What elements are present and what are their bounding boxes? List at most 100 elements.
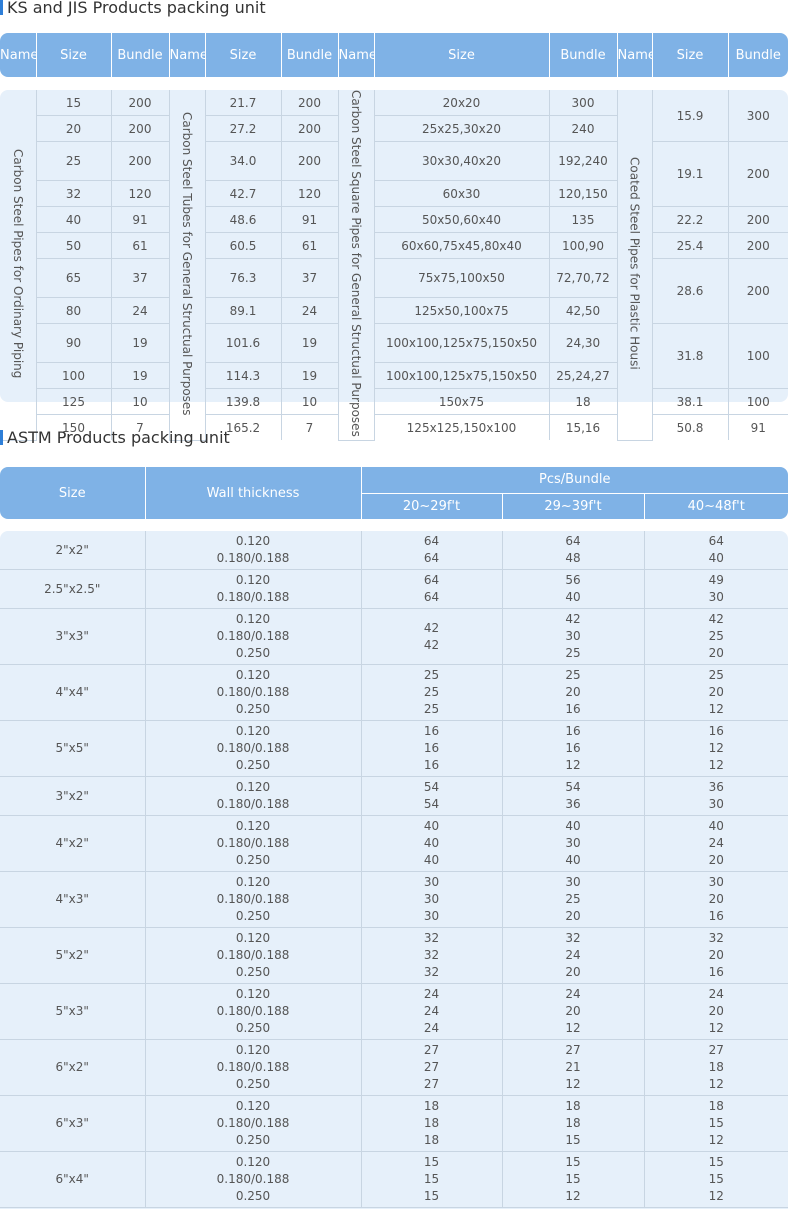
ks-group1-size: 20: [36, 115, 112, 142]
astm-pcs-range3: 25 20 12: [643, 664, 788, 721]
ks-group4-bundle: 300: [727, 90, 788, 142]
astm-wall-line: 0.250: [235, 853, 271, 867]
astm-pcs-range2: 56 40: [501, 569, 645, 609]
ks-header-name-4: Name: [616, 33, 652, 77]
astm-pcs-range3-line: 36: [708, 780, 724, 794]
astm-row: 6"x3" 0.120 0.180/0.188 0.250 18 18 18 18 18 15 18…: [0, 1095, 788, 1152]
astm-pcs-range1-line: 25: [423, 702, 440, 716]
astm-wall-line: 0.180/0.188: [216, 948, 290, 962]
astm-wall: 0.120 0.180/0.188 0.250: [144, 1151, 362, 1208]
astm-pcs-range2: 42 30 25: [501, 608, 645, 665]
ks-group2-bundle: 61: [280, 232, 339, 260]
ks-group4-size: 25.4: [651, 232, 729, 260]
astm-pcs-range3-line: 20: [708, 892, 724, 906]
title-marker: [0, 430, 3, 445]
astm-wall-line: 0.180/0.188: [216, 1060, 290, 1074]
astm-size: 5"x2": [0, 927, 146, 984]
ks-group1-size: 25: [36, 140, 112, 182]
astm-wall-line: 0.250: [235, 909, 271, 923]
astm-pcs-range1-line: 32: [423, 931, 440, 945]
ks-group3-bundle: 15,16: [548, 414, 618, 441]
ks-group1-size: 50: [36, 232, 112, 260]
astm-row: 6"x2" 0.120 0.180/0.188 0.250 27 27 27 27 21 12 27…: [0, 1039, 788, 1096]
ks-row: 50 61 60.5 61 60x60,75x45,80x40 100,90 25.4 200: [0, 232, 788, 260]
astm-wall-line: 0.120: [235, 1155, 271, 1169]
astm-pcs-range2: 40 30 40: [501, 815, 645, 872]
astm-pcs-range3-line: 20: [708, 1004, 724, 1018]
astm-pcs-range3: 42 25 20: [643, 608, 788, 665]
astm-row: 5"x5" 0.120 0.180/0.188 0.250 16 16 16 16 16 12 16…: [0, 720, 788, 777]
astm-pcs-range2-line: 30: [565, 875, 581, 889]
astm-pcs-range2-line: 24: [565, 987, 581, 1001]
astm-pcs-range3-line: 20: [708, 853, 724, 867]
ks-group2-name: Carbon Steel Tubes for General Structual…: [180, 111, 194, 416]
astm-pcs-range3-line: 25: [708, 629, 724, 643]
ks-group4-size: 50.8: [651, 414, 729, 441]
ks-group4-bundle: 100: [727, 388, 788, 416]
ks-group3-size: 100x100,125x75,150x50: [373, 323, 550, 364]
astm-wall-line: 0.180/0.188: [216, 892, 290, 906]
astm-pcs-range2-line: 42: [565, 612, 581, 626]
ks-header-size-2: Size: [204, 33, 281, 77]
astm-pcs-range2-line: 48: [565, 551, 581, 565]
ks-header-table: Name Size Bundle Name Size Bundle Name S…: [0, 33, 788, 77]
astm-header-range-2: 29~39f't: [501, 492, 644, 519]
astm-section-title: ASTM Products packing unit: [0, 428, 230, 447]
astm-pcs-range2-line: 25: [565, 668, 581, 682]
ks-group1-bundle: 61: [110, 232, 170, 260]
astm-wall: 0.120 0.180/0.188 0.250: [144, 1039, 362, 1096]
astm-wall-line: 0.120: [235, 573, 271, 587]
astm-pcs-range2-line: 12: [565, 1021, 581, 1035]
astm-pcs-range1-line: 24: [423, 1004, 440, 1018]
ks-group1-bundle: 24: [110, 297, 170, 325]
astm-pcs-range1: 24 24 24: [360, 983, 503, 1040]
ks-group4-bundle: 100: [727, 323, 788, 390]
astm-wall: 0.120 0.180/0.188 0.250: [144, 815, 362, 872]
astm-pcs-range3: 16 12 12: [643, 720, 788, 777]
astm-pcs-range3-line: 12: [708, 741, 724, 755]
ks-group2-bundle: 200: [280, 90, 339, 116]
astm-pcs-range2-line: 18: [565, 1116, 581, 1130]
astm-pcs-range1: 40 40 40: [360, 815, 503, 872]
astm-wall-line: 0.120: [235, 819, 271, 833]
astm-pcs-range1-line: 16: [423, 741, 440, 755]
astm-pcs-range2-line: 21: [565, 1060, 581, 1074]
astm-row: 5"x2" 0.120 0.180/0.188 0.250 32 32 32 32 24 20 32…: [0, 927, 788, 984]
ks-group3-bundle: 120,150: [548, 180, 617, 208]
astm-pcs-range2-line: 36: [565, 797, 581, 811]
astm-wall-line: 0.250: [235, 702, 271, 716]
ks-group2-size: 21.7: [204, 90, 282, 116]
astm-pcs-range1: 42 42: [360, 608, 503, 665]
astm-pcs-range3: 32 20 16: [643, 927, 788, 984]
astm-pcs-range1: 32 32 32: [360, 927, 503, 984]
astm-pcs-range1-line: 24: [423, 1021, 440, 1035]
astm-pcs-range1-line: 18: [423, 1099, 440, 1113]
ks-group2-size: 42.7: [204, 180, 282, 208]
astm-pcs-range1-line: 42: [423, 620, 440, 635]
astm-header-range-3: 40~48f't: [643, 492, 788, 519]
astm-pcs-range3-line: 32: [708, 931, 724, 945]
astm-pcs-range2: 54 36: [501, 776, 645, 816]
astm-wall-line: 0.250: [235, 1077, 271, 1091]
astm-row: 2"x2" 0.120 0.180/0.188 64 64 64 48 64 40: [0, 531, 788, 570]
astm-pcs-range1-line: 27: [423, 1077, 440, 1091]
ks-group4-size: 28.6: [651, 258, 729, 325]
astm-pcs-range1-line: 40: [423, 836, 440, 850]
astm-size: 3"x3": [0, 608, 146, 665]
astm-pcs-range1-line: 25: [423, 685, 440, 699]
astm-wall: 0.120 0.180/0.188 0.250: [144, 871, 362, 928]
astm-wall-line: 0.120: [235, 1099, 271, 1113]
astm-pcs-range1-line: 32: [423, 965, 440, 979]
astm-pcs-range1-line: 16: [423, 724, 440, 738]
astm-pcs-range1-line: 32: [423, 948, 440, 962]
ks-group2-size: 114.3: [204, 362, 282, 390]
ks-group1-bundle: 120: [110, 180, 170, 208]
astm-size: 4"x3": [0, 871, 146, 928]
astm-pcs-range2-line: 27: [565, 1043, 581, 1057]
ks-group1-bundle: 91: [110, 206, 170, 234]
astm-pcs-range3-line: 40: [708, 551, 724, 565]
astm-pcs-range1-line: 54: [423, 797, 440, 811]
astm-row: 4"x4" 0.120 0.180/0.188 0.250 25 25 25 25 20 16 25…: [0, 664, 788, 721]
astm-pcs-range2-line: 56: [565, 573, 581, 587]
astm-pcs-range1-line: 64: [423, 590, 440, 604]
